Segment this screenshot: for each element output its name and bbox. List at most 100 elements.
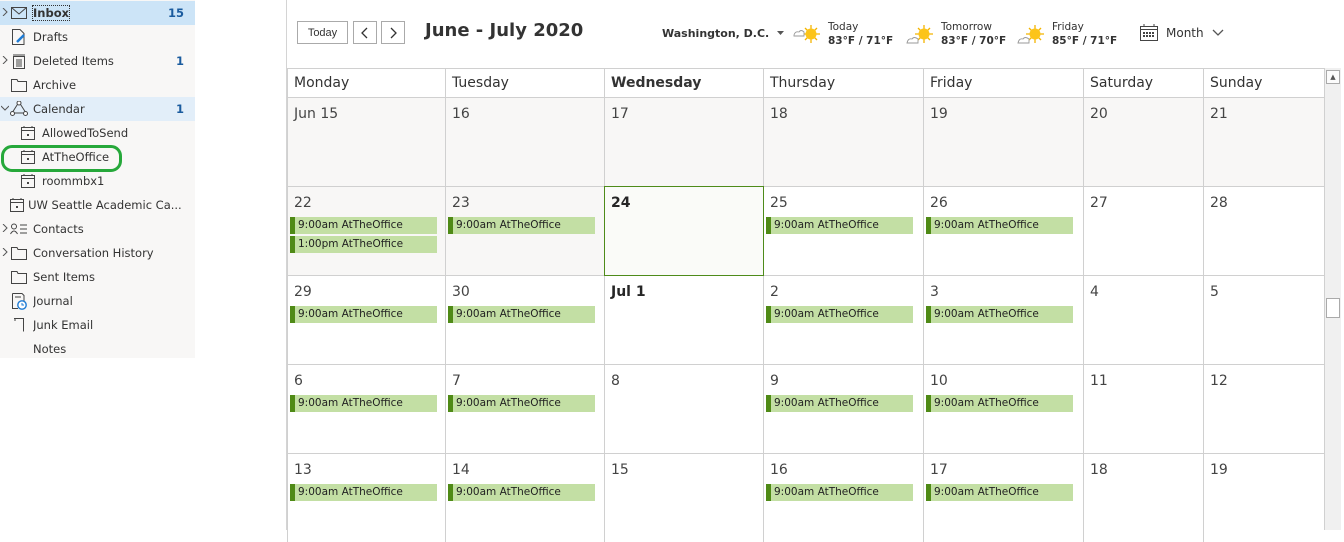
day-cell[interactable]: 28 [1203,186,1324,275]
view-selector[interactable]: Month [1140,24,1224,41]
caret-down-icon [777,31,785,35]
chevron-down-icon [1212,29,1224,36]
day-cell[interactable]: Jul 1 [604,275,763,364]
day-cell[interactable]: 5 [1203,275,1324,364]
day-cell[interactable]: 12 [1203,364,1324,453]
day-cell[interactable]: 25 9:00am AtTheOffice [763,186,923,275]
collapse-chevron-icon[interactable] [0,104,9,114]
folder-item[interactable]: Journal [0,289,195,313]
calendar-event[interactable]: 9:00am AtTheOffice [926,217,1073,234]
folder-item[interactable]: Conversation History [0,241,195,265]
folder-item[interactable]: Deleted Items 1 [0,49,195,73]
day-cell[interactable]: Jun 15 [287,97,445,186]
calendar-event[interactable]: 9:00am AtTheOffice [926,306,1073,323]
folder-item[interactable]: Drafts [0,25,195,49]
scroll-up-arrow-icon[interactable]: ▲ [1326,70,1340,84]
expand-chevron-icon[interactable] [0,223,9,235]
day-cell[interactable]: 22 9:00am AtTheOffice 1:00pm AtTheOffice [287,186,445,275]
day-cell[interactable]: 26 9:00am AtTheOffice [923,186,1083,275]
expand-chevron-icon[interactable] [0,7,9,19]
day-cell[interactable]: 15 [604,453,763,542]
today-button[interactable]: Today [297,21,348,44]
month-calendar-grid: Monday Tuesday Wednesday Thursday Friday Satu… [287,68,1324,542]
day-number: 29 [294,284,312,300]
day-cell[interactable]: 17 9:00am AtTheOffice [923,453,1083,542]
folder-item[interactable]: AllowedToSend [0,121,195,145]
day-cell[interactable]: 18 [1083,453,1203,542]
folder-item[interactable]: Contacts [0,217,195,241]
folder-item[interactable]: AtTheOffice [0,145,195,169]
vertical-scrollbar[interactable]: ▲ [1324,68,1341,530]
calendar-event[interactable]: 9:00am AtTheOffice [766,306,913,323]
day-cell-today[interactable]: 24 [604,186,764,276]
day-cell[interactable]: 23 9:00am AtTheOffice [445,186,604,275]
next-button[interactable] [381,21,405,44]
calendar-event[interactable]: 9:00am AtTheOffice [926,395,1073,412]
weather-tomorrow[interactable]: Tomorrow 83°F / 70°F [905,20,1006,48]
calendar-event[interactable]: 9:00am AtTheOffice [290,306,437,323]
calendar-event[interactable]: 9:00am AtTheOffice [448,395,595,412]
day-cell[interactable]: 19 [923,97,1083,186]
day-number: 15 [611,462,629,478]
calendar-event[interactable]: 9:00am AtTheOffice [290,484,437,501]
calendar-event[interactable]: 9:00am AtTheOffice [766,395,913,412]
calendar-event[interactable]: 9:00am AtTheOffice [290,395,437,412]
folder-item[interactable]: Calendar 1 [0,97,195,121]
day-cell[interactable]: 9 9:00am AtTheOffice [763,364,923,453]
expand-chevron-icon[interactable] [0,247,9,259]
calendar-event[interactable]: 9:00am AtTheOffice [448,306,595,323]
weather-today[interactable]: Today 83°F / 71°F [792,20,893,48]
day-cell[interactable]: 16 9:00am AtTheOffice [763,453,923,542]
calendar-event[interactable]: 9:00am AtTheOffice [766,484,913,501]
calendar-event[interactable]: 9:00am AtTheOffice [766,217,913,234]
folder-item[interactable]: Junk Email [0,313,195,337]
day-cell[interactable]: 21 [1203,97,1324,186]
folder-item[interactable]: Notes [0,337,195,361]
day-header: Friday [923,68,1083,97]
day-cell[interactable]: 17 [604,97,763,186]
expand-chevron-icon[interactable] [0,55,9,67]
day-number: 16 [452,106,470,122]
day-number: 21 [1210,106,1228,122]
day-number: 24 [611,195,631,211]
day-cell[interactable]: 3 9:00am AtTheOffice [923,275,1083,364]
day-cell[interactable]: 29 9:00am AtTheOffice [287,275,445,364]
calendar-event[interactable]: 9:00am AtTheOffice [448,484,595,501]
previous-button[interactable] [353,21,377,44]
location-dropdown[interactable]: Washington, D.C. [662,27,785,40]
day-cell[interactable]: 2 9:00am AtTheOffice [763,275,923,364]
day-cell[interactable]: 4 [1083,275,1203,364]
day-cell[interactable]: 14 9:00am AtTheOffice [445,453,604,542]
day-cell[interactable]: 7 9:00am AtTheOffice [445,364,604,453]
calendar-event[interactable]: 9:00am AtTheOffice [448,217,595,234]
weather-friday[interactable]: Friday 85°F / 71°F [1016,20,1117,48]
folder-item[interactable]: Archive [0,73,195,97]
calendar-event[interactable]: 9:00am AtTheOffice [290,217,437,234]
folder-item[interactable]: roommbx1 [0,169,195,193]
day-cell[interactable]: 27 [1083,186,1203,275]
day-header: Sunday [1203,68,1324,97]
scroll-thumb[interactable] [1326,298,1340,318]
partly-sunny-icon [1017,25,1044,44]
calendar-event[interactable]: 9:00am AtTheOffice [926,484,1073,501]
day-cell[interactable]: 8 [604,364,763,453]
day-number: 6 [294,373,303,389]
day-cell[interactable]: 19 [1203,453,1324,542]
day-header: Wednesday [604,68,763,97]
day-cell[interactable]: 20 [1083,97,1203,186]
folder-label: AllowedToSend [42,126,129,140]
calendar-event[interactable]: 1:00pm AtTheOffice [290,236,437,253]
folder-label: UW Seattle Academic Ca... [28,198,182,212]
day-cell[interactable]: 18 [763,97,923,186]
day-cell[interactable]: 6 9:00am AtTheOffice [287,364,445,453]
day-number: 7 [452,373,461,389]
folder-item[interactable]: Inbox 15 [0,1,195,25]
day-cell[interactable]: 13 9:00am AtTheOffice [287,453,445,542]
day-cell[interactable]: 10 9:00am AtTheOffice [923,364,1083,453]
day-cell[interactable]: 11 [1083,364,1203,453]
folder-item[interactable]: UW Seattle Academic Ca... [0,193,195,217]
folder-item[interactable]: Sent Items [0,265,195,289]
day-cell[interactable]: 30 9:00am AtTheOffice [445,275,604,364]
day-cell[interactable]: 16 [445,97,604,186]
day-number: 19 [1210,462,1228,478]
